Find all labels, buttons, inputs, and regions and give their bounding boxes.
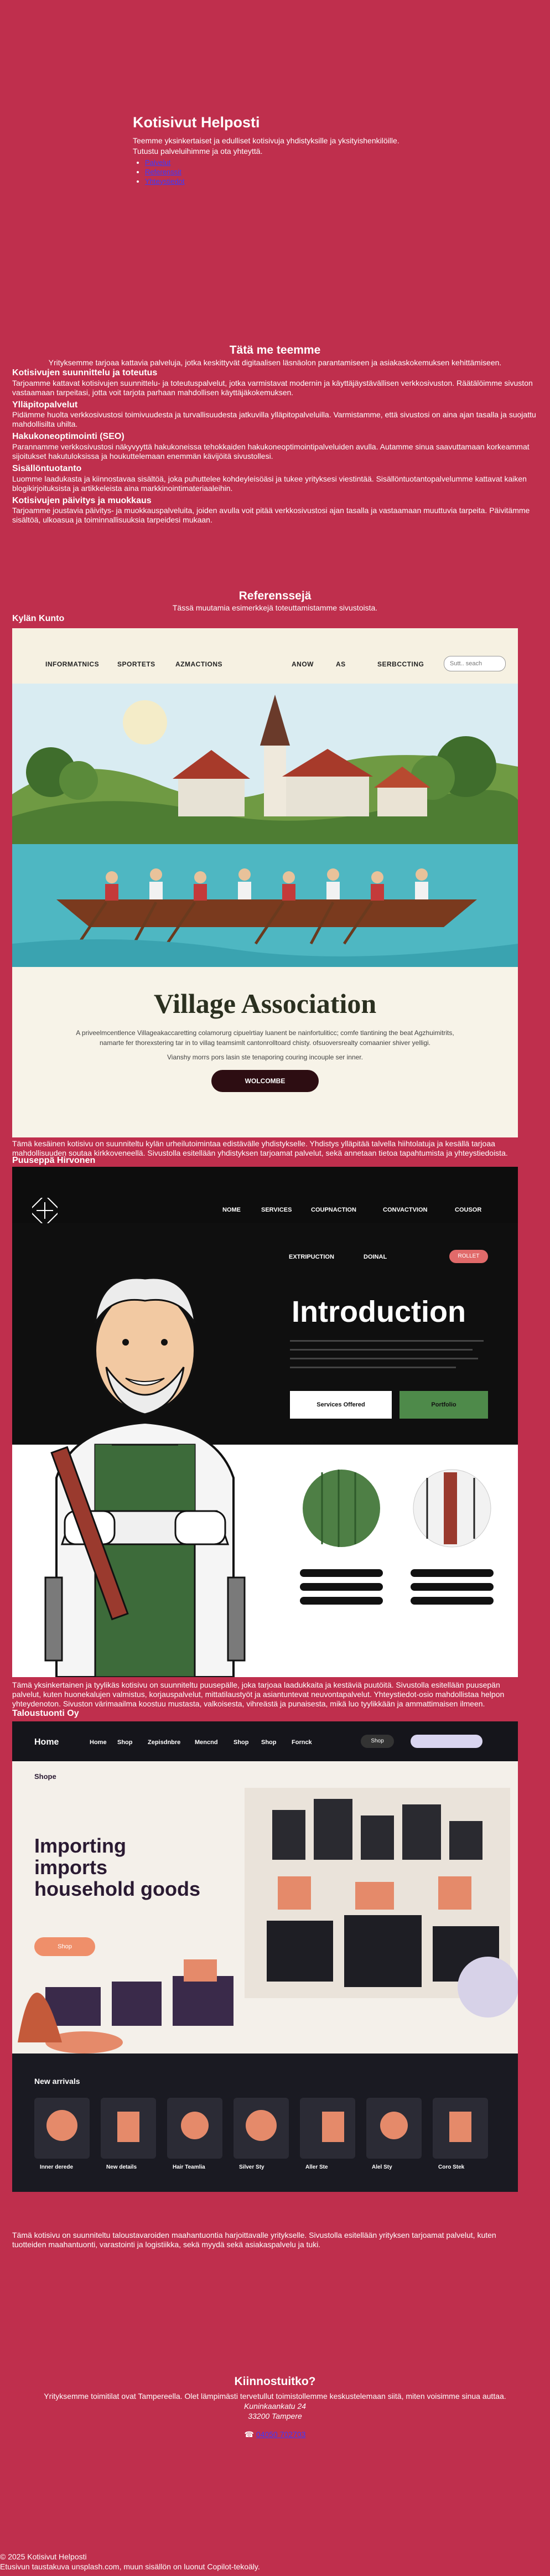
mock-logo: Home <box>34 1737 59 1747</box>
mock-nav-item: Zepisdnbre <box>148 1739 181 1746</box>
mock-services-button: Services Offered <box>290 1391 392 1419</box>
mock-header: NOME SERVICES COUPNACTION CONVACTVION CO… <box>12 1167 518 1223</box>
household-goods-illustration <box>18 1788 518 2053</box>
reference-name-taloustuonti: Taloustuonti Oy <box>12 1709 79 1718</box>
mock-nav-item: COUSOR <box>455 1207 482 1213</box>
reference-name-kylan-kunto: Kylän Kunto <box>12 614 65 623</box>
mock-product-label: Aller Ste <box>305 2164 328 2170</box>
phone-icon: ☎ <box>244 2429 254 2439</box>
mock-nav-item: Mencnd <box>195 1739 218 1746</box>
site-title: Kotisivut Helposti <box>133 114 260 131</box>
contact-text: Yrityksemme toimitilat ovat Tampereella.… <box>44 2392 506 2401</box>
site-header: Kotisivut Helposti Teemme yksinkertaiset… <box>133 113 443 186</box>
mock-tagline: A priveelmcentlence Villageakaccaretting… <box>56 1028 474 1062</box>
mock-new-arrivals: New arrivals <box>34 2077 80 2086</box>
site-lead-1: Teemme yksinkertaiset ja edulliset kotis… <box>133 136 399 146</box>
mock-header: Home Home Shop Zepisdnbre Mencnd Shop Sh… <box>12 1721 518 1761</box>
mock-nav-item: ANOW <box>292 660 314 668</box>
mock-welcome-button: WOLCOMBE <box>211 1070 319 1092</box>
service-title-content: Sisällöntuotanto <box>12 464 82 474</box>
mock-nav-item: CONVACTVION <box>383 1207 428 1213</box>
main-nav: Palvelut Referenssit Yhteystiedot <box>133 158 443 187</box>
contact-phone-row: ☎ 04050 702703 <box>0 2429 550 2439</box>
site-lead-2: Tutustu palveluihimme ja ota yhteyttä. <box>133 146 263 156</box>
mock-subnav-item: DOINAL <box>364 1254 387 1260</box>
nav-link-palvelut[interactable]: Palvelut <box>145 158 170 167</box>
service-title-updates: Kotisivujen päivitys ja muokkaus <box>12 495 152 505</box>
service-title-seo: Hakukoneoptimointi (SEO) <box>12 432 124 442</box>
contact-title: Kiinnostuitko? <box>234 2375 316 2388</box>
mock-nav: INFORMATNICS SPORTETS AZMACTIONS ANOW AS… <box>12 628 518 684</box>
mock-product-row <box>34 2098 488 2159</box>
service-title-maintenance: Ylläpitopalvelut <box>12 400 78 410</box>
mock-title: Village Association <box>153 988 377 1019</box>
service-text-design: Tarjoamme kattavat kotisivujen suunnitte… <box>12 378 533 397</box>
mock-nav-item: INFORMATNICS <box>45 660 100 668</box>
mock-cta-button: ROLLET <box>449 1250 488 1263</box>
reference-screenshot-taloustuonti: Home Home Shop Zepisdnbre Mencnd Shop Sh… <box>12 1721 518 2192</box>
mock-product-label: Alel Sty <box>372 2164 392 2170</box>
mock-heading: Introduction <box>292 1295 466 1328</box>
mock-tagline-line: Vianshy morrs pors lasin ste tenaporing … <box>167 1053 363 1061</box>
mock-product-label: New details <box>106 2164 137 2170</box>
mock-nav-item: AS <box>336 660 346 668</box>
contact-street: Kuninkaankatu 24 <box>243 2402 307 2411</box>
contact-city: 33200 Tampere <box>248 2412 302 2421</box>
mock-logo-icon <box>32 1198 58 1223</box>
mock-portfolio-button: Portfolio <box>399 1391 488 1419</box>
mock-search <box>411 1735 482 1748</box>
services-intro: Yrityksemme tarjoaa kattavia palveluja, … <box>48 358 502 367</box>
service-title-design: Kotisivujen suunnittelu ja toteutus <box>12 368 158 377</box>
service-text-updates: Tarjoamme joustavia päivitys- ja muokkau… <box>12 506 530 525</box>
services-list: Kotisivujen suunnittelu ja toteutus Tarj… <box>12 368 539 527</box>
reference-screenshot-puuseppa: NOME SERVICES COUPNACTION CONVACTVION CO… <box>12 1167 518 1677</box>
mock-product-label: Inner derede <box>40 2164 74 2170</box>
mock-subnav-item: EXTRIPUCTION <box>289 1254 334 1260</box>
mock-nav-item: Shop <box>117 1739 133 1746</box>
mock-search: Sutt.. seach <box>444 656 506 671</box>
services-title: Tätä me teemme <box>229 344 321 356</box>
service-text-maintenance: Pidämme huolta verkkosivustosi toimivuud… <box>12 410 536 429</box>
mock-body-lines <box>290 1340 484 1368</box>
mock-nav-item: Shop <box>234 1739 249 1746</box>
nav-link-referenssit[interactable]: Referenssit <box>145 168 181 176</box>
mock-product-label: Silver Sty <box>239 2164 264 2170</box>
reference-name-puuseppa: Puuseppä Hirvonen <box>12 1156 96 1165</box>
contact-phone-link[interactable]: 04050 702703 <box>256 2430 306 2439</box>
mock-tagline-line: A priveelmcentlence Villageakaccaretting… <box>76 1029 454 1037</box>
mock-nav-item: AZMACTIONS <box>175 660 222 668</box>
reference-description-puuseppa: Tämä yksinkertainen ja tyylikäs kotisivu… <box>12 1680 505 1709</box>
references-title: Referenssejä <box>238 589 312 602</box>
mock-nav-item: COUPNACTION <box>311 1207 356 1213</box>
mock-product-label: Coro Stek <box>438 2164 465 2170</box>
mock-nav-item: SERVICES <box>261 1207 292 1213</box>
reference-description-taloustuonti: Tämä kotisivu on suunniteltu taloustavar… <box>12 2231 496 2249</box>
contact-section: Yrityksemme toimitilat ovat Tampereella.… <box>0 2391 550 2439</box>
mock-nav-item: Home <box>90 1739 107 1746</box>
carpenter-illustration <box>12 1223 278 1677</box>
mock-nav-item: SERBCCTING <box>377 660 424 668</box>
village-rowing-illustration <box>12 684 518 967</box>
mock-nav-item: Shop <box>261 1739 277 1746</box>
nav-link-yhteystiedot[interactable]: Yhteystiedot <box>145 177 185 185</box>
mock-portfolio-section <box>278 1445 518 1677</box>
references-subtitle: Tässä muutamia esimerkkejä toteuttamista… <box>172 603 378 612</box>
service-text-seo: Parannamme verkkosivustosi näkyvyyttä ha… <box>12 442 530 461</box>
mock-nav-item: SPORTETS <box>117 660 155 668</box>
footer-credit: Etusivun taustakuva unsplash.com, muun s… <box>0 2562 260 2572</box>
mock-nav-item: Fornck <box>292 1739 312 1746</box>
mock-tagline-line: namarte fer thorexstering tar in to vill… <box>99 1039 431 1047</box>
service-text-content: Luomme laadukasta ja kiinnostavaa sisält… <box>12 474 527 493</box>
reference-screenshot-kylan-kunto: INFORMATNICS SPORTETS AZMACTIONS ANOW AS… <box>12 628 518 1137</box>
mock-nav-item: NOME <box>222 1207 241 1213</box>
mock-product-label: Hair Teamlia <box>173 2164 205 2170</box>
footer-copyright: © 2025 Kotisivut Helposti <box>0 2552 87 2561</box>
mock-shop-button: Shop <box>361 1735 394 1748</box>
site-footer: © 2025 Kotisivut Helposti Etusivun taust… <box>0 2552 260 2572</box>
